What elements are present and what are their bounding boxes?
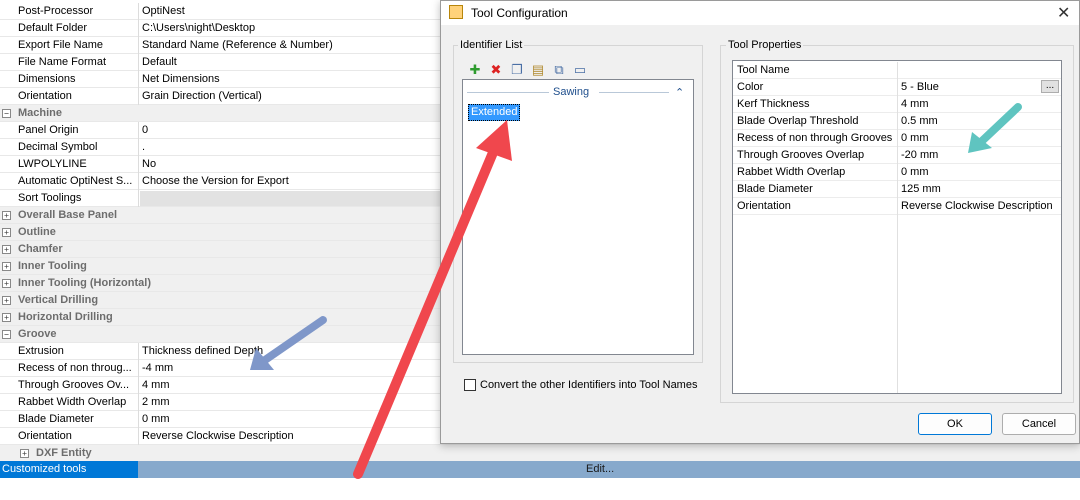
red-arrow — [353, 120, 512, 479]
annotation-arrows — [250, 103, 1022, 479]
blue-arrow — [250, 316, 327, 370]
teal-arrow — [968, 103, 1022, 153]
